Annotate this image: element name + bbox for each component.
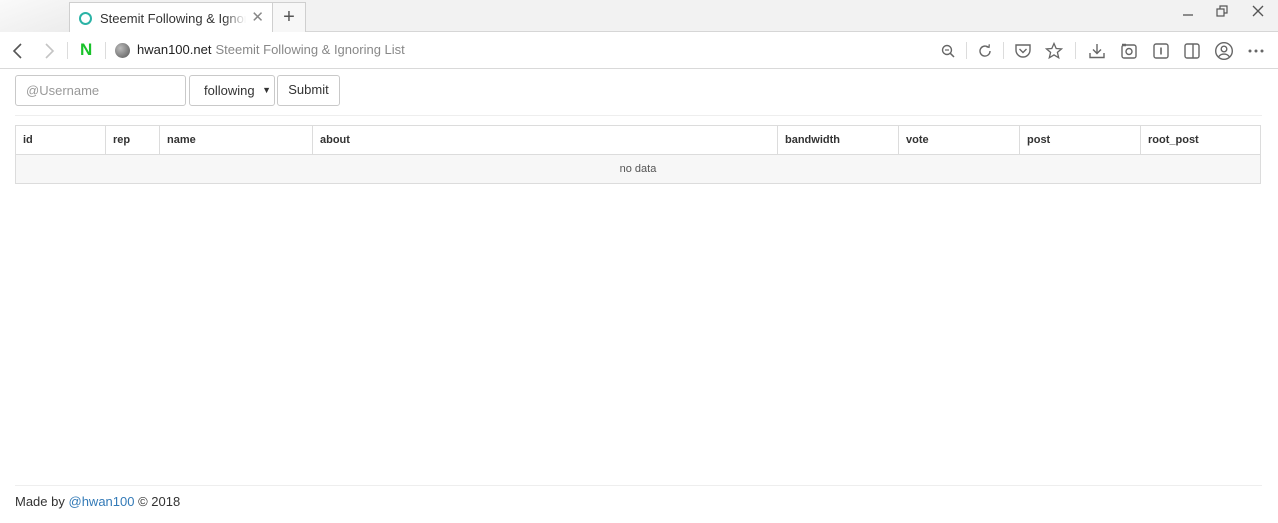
url-page-title: Steemit Following & Ignoring List xyxy=(215,42,405,57)
new-tab-button[interactable]: + xyxy=(273,2,306,32)
forward-icon[interactable] xyxy=(38,40,60,62)
column-header-vote[interactable]: vote xyxy=(899,126,1020,154)
previous-tab-edge[interactable] xyxy=(0,0,70,32)
result-table: id rep name about bandwidth vote post ro… xyxy=(15,125,1261,184)
divider xyxy=(15,115,1262,116)
capture-icon[interactable] xyxy=(1118,40,1140,62)
column-header-root-post[interactable]: root_post xyxy=(1141,126,1260,154)
column-header-bandwidth[interactable]: bandwidth xyxy=(778,126,899,154)
active-tab[interactable]: Steemit Following & Ignoring List ✕ xyxy=(69,2,273,33)
reload-icon[interactable] xyxy=(974,40,996,62)
toolbar-divider xyxy=(67,42,68,59)
table-header: id rep name about bandwidth vote post ro… xyxy=(16,126,1260,155)
tab-title: Steemit Following & Ignoring List xyxy=(100,10,246,26)
reader-icon[interactable] xyxy=(1150,40,1172,62)
footer-divider xyxy=(15,485,1262,486)
column-header-id[interactable]: id xyxy=(16,126,106,154)
close-tab-icon[interactable]: ✕ xyxy=(251,10,264,25)
menu-more-icon[interactable] xyxy=(1245,40,1267,62)
toolbar-divider xyxy=(1003,42,1004,59)
author-link[interactable]: @hwan100 xyxy=(69,494,135,509)
column-header-name[interactable]: name xyxy=(160,126,313,154)
address-bar[interactable]: hwan100.net Steemit Following & Ignoring … xyxy=(137,42,405,57)
footer: Made by @hwan100 © 2018 xyxy=(15,494,180,509)
toolbar-divider xyxy=(966,42,967,59)
pocket-icon[interactable] xyxy=(1012,40,1034,62)
download-icon[interactable] xyxy=(1086,40,1108,62)
close-window-icon[interactable] xyxy=(1248,4,1268,24)
sidebar-icon[interactable] xyxy=(1181,40,1203,62)
column-header-rep[interactable]: rep xyxy=(106,126,160,154)
footer-prefix: Made by xyxy=(15,494,65,509)
tab-strip: Steemit Following & Ignoring List ✕ + xyxy=(0,0,1278,33)
submit-button[interactable]: Submit xyxy=(277,75,340,106)
empty-state: no data xyxy=(16,155,1260,183)
bookmark-star-icon[interactable] xyxy=(1043,40,1065,62)
url-host: hwan100.net xyxy=(137,42,212,57)
minimize-icon[interactable] xyxy=(1178,4,1198,24)
site-favicon-icon xyxy=(115,43,130,58)
zoom-icon[interactable] xyxy=(937,40,959,62)
back-icon[interactable] xyxy=(7,40,29,62)
type-select-value: following xyxy=(204,83,255,98)
column-header-post[interactable]: post xyxy=(1020,126,1141,154)
account-icon[interactable] xyxy=(1213,40,1235,62)
column-header-about[interactable]: about xyxy=(313,126,778,154)
footer-copyright: © 2018 xyxy=(138,494,181,509)
username-input[interactable] xyxy=(15,75,186,106)
type-select[interactable]: following ▼ xyxy=(189,75,275,106)
restore-icon[interactable] xyxy=(1212,4,1232,24)
browser-toolbar: N hwan100.net Steemit Following & Ignorin… xyxy=(0,32,1278,69)
dropdown-arrow-icon: ▼ xyxy=(262,85,271,95)
naver-n-icon[interactable]: N xyxy=(80,41,96,59)
toolbar-divider xyxy=(105,42,106,59)
loading-circle-icon xyxy=(79,11,92,25)
toolbar-divider xyxy=(1075,42,1076,59)
